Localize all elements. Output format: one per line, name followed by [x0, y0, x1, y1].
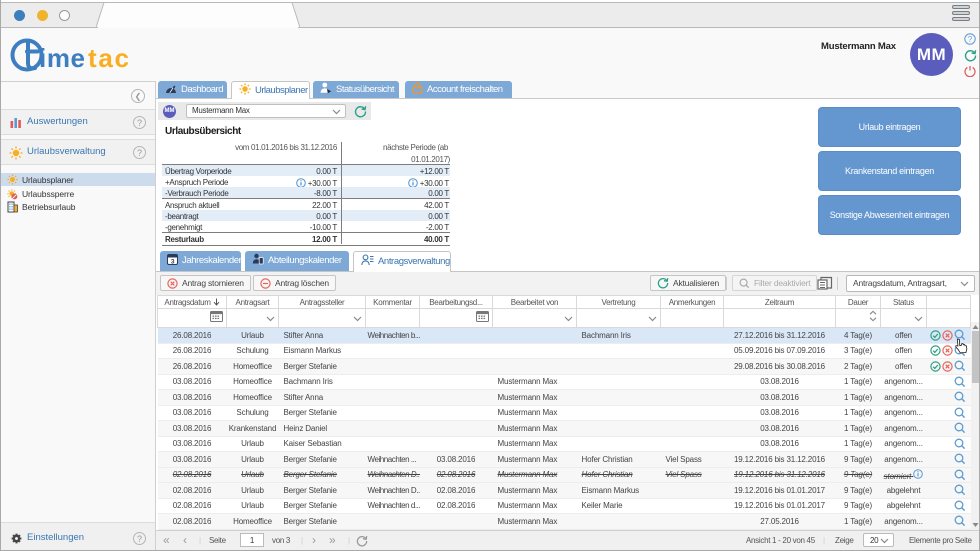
svg-text:?: ?: [968, 35, 973, 44]
svg-text:tac: tac: [88, 43, 129, 73]
svg-text:ime: ime: [39, 43, 85, 73]
